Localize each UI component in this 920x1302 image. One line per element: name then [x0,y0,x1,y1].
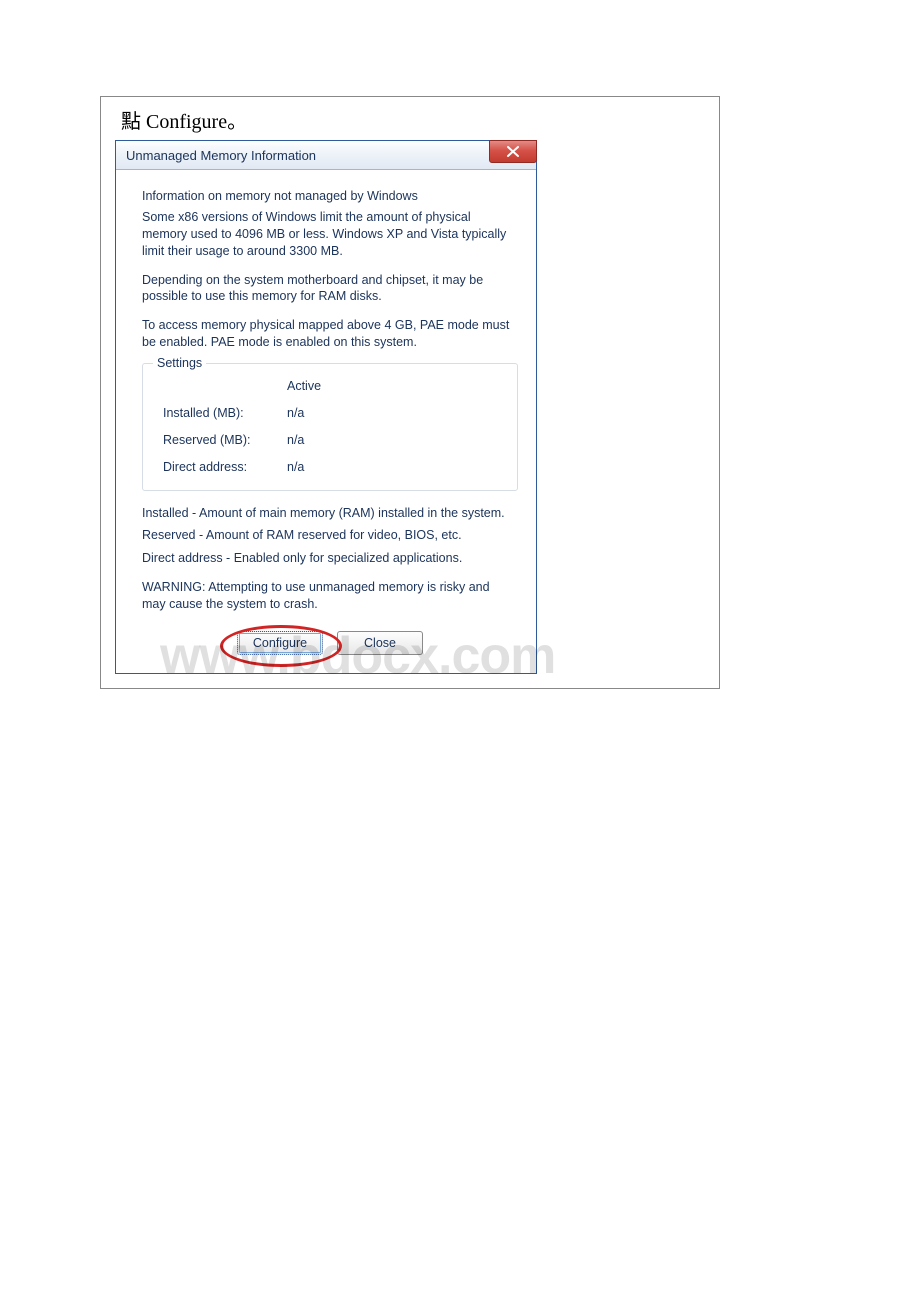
definition-direct-address: Direct address - Enabled only for specia… [142,550,512,567]
page-instruction: 點 Configure。 [121,105,705,134]
info-paragraph-3: To access memory physical mapped above 4… [142,317,512,351]
dialog-title: Unmanaged Memory Information [126,148,316,163]
settings-legend: Settings [153,355,206,372]
info-heading: Information on memory not managed by Win… [142,188,512,205]
settings-value-installed: n/a [287,405,503,422]
info-paragraph-1: Some x86 versions of Windows limit the a… [142,209,512,260]
settings-label-reserved: Reserved (MB): [157,432,287,449]
warning-text: WARNING: Attempting to use unmanaged mem… [142,579,512,613]
dialog-button-row: Configure Close [142,631,518,655]
configure-button[interactable]: Configure [237,631,323,655]
settings-group: Settings Active Installed (MB): n/a Rese… [142,363,518,491]
close-dialog-button[interactable]: Close [337,631,423,655]
close-button[interactable] [489,140,537,163]
definition-installed: Installed - Amount of main memory (RAM) … [142,505,512,522]
info-paragraph-2: Depending on the system motherboard and … [142,272,512,306]
dialog-titlebar: Unmanaged Memory Information [116,141,536,170]
settings-label-direct-address: Direct address: [157,459,287,476]
document-frame: 點 Configure。 Unmanaged Memory Informatio… [100,96,720,689]
dialog-body: Information on memory not managed by Win… [116,170,536,673]
settings-value-reserved: n/a [287,432,503,449]
settings-value-direct-address: n/a [287,459,503,476]
unmanaged-memory-dialog: Unmanaged Memory Information Information… [115,140,537,674]
settings-label-installed: Installed (MB): [157,405,287,422]
settings-column-header: Active [287,378,503,395]
close-icon [507,146,519,157]
definition-reserved: Reserved - Amount of RAM reserved for vi… [142,527,512,544]
